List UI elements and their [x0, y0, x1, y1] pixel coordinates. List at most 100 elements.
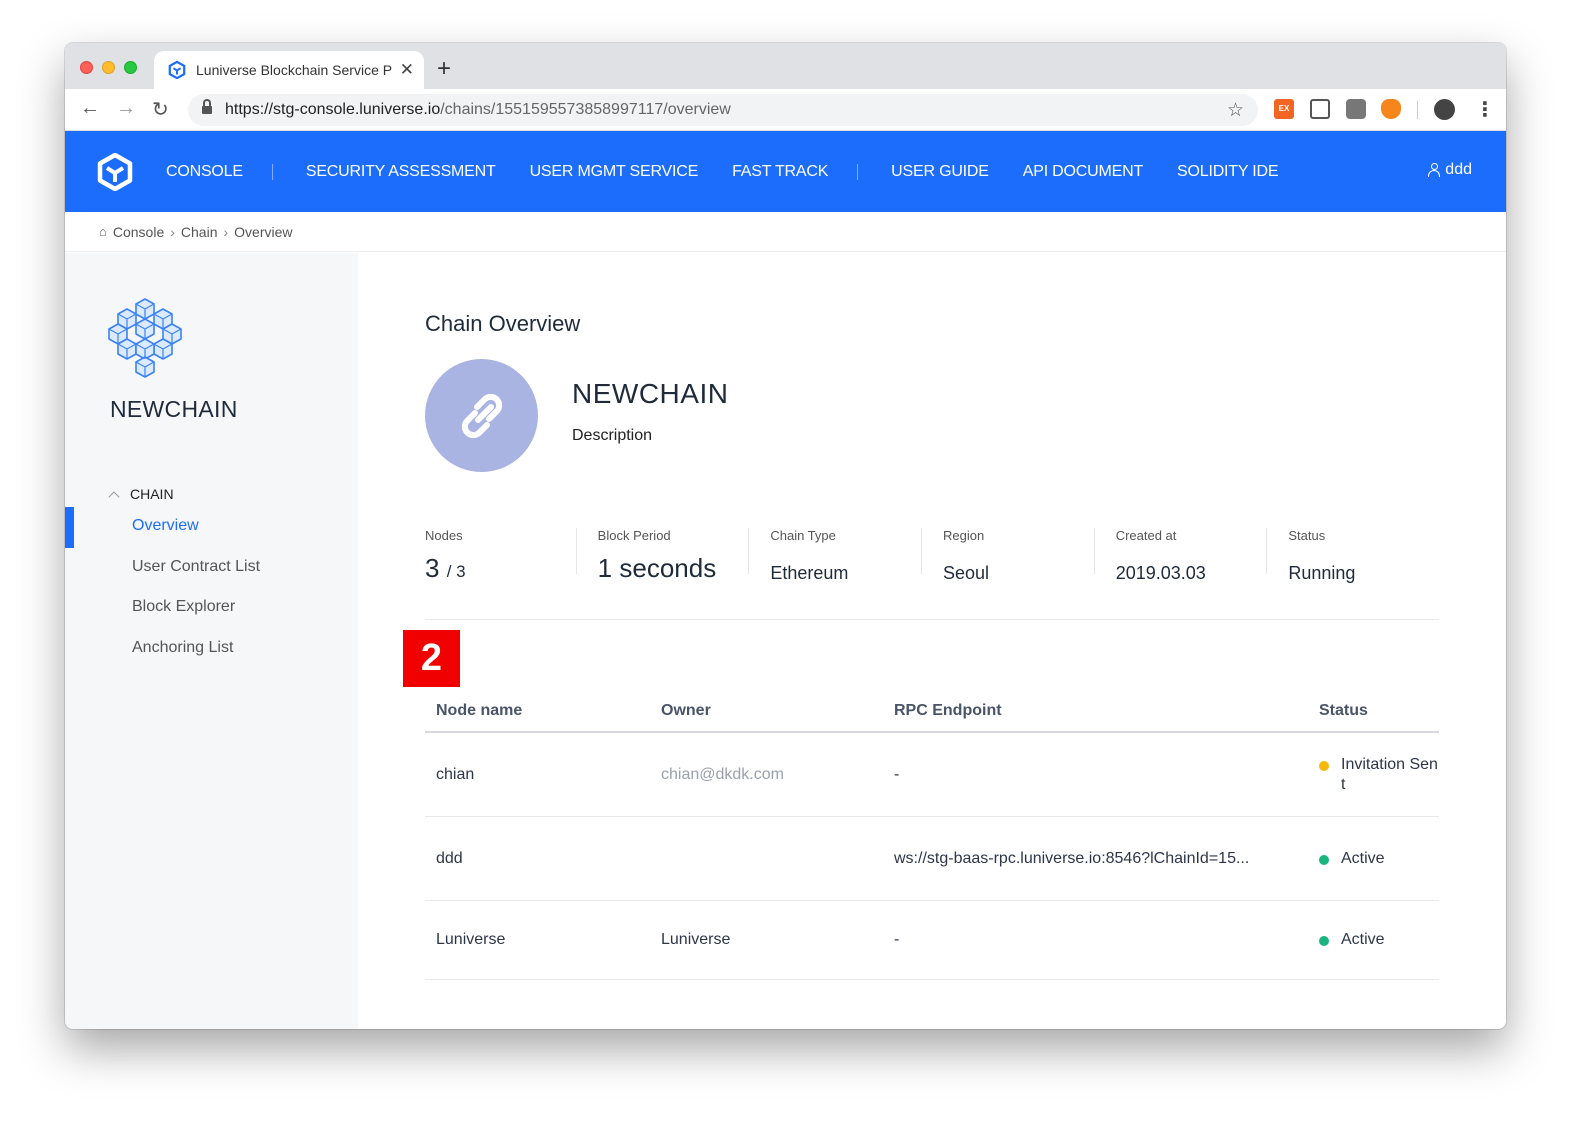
- annotation-marker: 2: [403, 630, 460, 687]
- home-icon[interactable]: ⌂: [99, 224, 107, 239]
- status-text: Invitation Sent: [1341, 755, 1438, 793]
- close-window-button[interactable]: [80, 61, 93, 74]
- sidebar-section-label: CHAIN: [130, 486, 174, 502]
- stat-created-at: Created at 2019.03.03: [1093, 528, 1267, 619]
- stat-value: Running: [1288, 563, 1356, 583]
- breadcrumb-console[interactable]: Console: [113, 224, 164, 240]
- node-status: Active: [1319, 849, 1439, 869]
- back-arrow-icon[interactable]: ←: [80, 97, 100, 120]
- page-title: Chain Overview: [425, 311, 581, 336]
- stat-label: Region: [943, 528, 985, 543]
- nav-user-mgmt-service[interactable]: USER MGMT SERVICE: [530, 163, 699, 181]
- node-name: Luniverse: [436, 931, 506, 948]
- table-row[interactable]: chian chian@dkdk.com - Invitation Sent: [425, 733, 1439, 817]
- status-dot-icon: [1319, 936, 1329, 946]
- browser-menu-icon[interactable]: ⋮: [1475, 97, 1495, 122]
- chain-description: Description: [572, 427, 653, 444]
- metamask-fox-icon[interactable]: [1381, 99, 1401, 119]
- link-icon: [461, 393, 502, 438]
- chain-name: NEWCHAIN: [572, 378, 729, 409]
- forward-arrow-icon[interactable]: →: [116, 97, 136, 120]
- url-text: https://stg-console.luniverse.io/chains/…: [225, 101, 731, 118]
- nav-divider: [271, 163, 273, 180]
- stat-value: 2019.03.03: [1115, 563, 1206, 583]
- cubes-network-icon: [108, 298, 182, 378]
- node-rpc-endpoint: ws://stg-baas-rpc.luniverse.io:8546?lCha…: [894, 849, 1250, 867]
- nav-solidity-ide[interactable]: SOLIDITY IDE: [1177, 163, 1279, 181]
- node-rpc-endpoint: -: [894, 765, 900, 783]
- breadcrumb-overview: Overview: [234, 223, 293, 240]
- tab-title: Luniverse Blockchain Service P: [196, 62, 393, 78]
- address-bar[interactable]: https://stg-console.luniverse.io/chains/…: [188, 94, 1258, 126]
- node-owner: chian@dkdk.com: [661, 765, 784, 783]
- sidebar-item-block-explorer[interactable]: Block Explorer: [132, 598, 235, 616]
- nav-user-guide[interactable]: USER GUIDE: [891, 163, 989, 181]
- user-menu[interactable]: ddd: [1428, 161, 1472, 179]
- sidebar-section-chain[interactable]: CHAIN: [108, 486, 174, 503]
- stat-value: Ethereum: [770, 563, 849, 583]
- chain-stats: Nodes 3 / 3 Block Period 1 seconds Chain…: [425, 528, 1439, 620]
- breadcrumb-separator: ›: [223, 223, 229, 240]
- column-header-status: Status: [1319, 701, 1368, 719]
- lock-icon: [202, 99, 212, 116]
- extension-ex-icon[interactable]: EX: [1274, 99, 1294, 119]
- stat-label: Block Period: [597, 528, 671, 543]
- nav-security-assessment[interactable]: SECURITY ASSESSMENT: [306, 163, 496, 181]
- chain-avatar: [425, 359, 538, 472]
- breadcrumb-chain[interactable]: Chain: [181, 224, 218, 240]
- browser-tab[interactable]: Luniverse Blockchain Service P ✕: [154, 51, 424, 89]
- browser-window: Luniverse Blockchain Service P ✕ + ← → ↻…: [65, 43, 1506, 1029]
- luniverse-favicon-icon: [168, 61, 186, 79]
- user-name: ddd: [1445, 161, 1472, 178]
- sidebar-item-overview[interactable]: Overview: [132, 517, 199, 535]
- sidebar: NEWCHAIN CHAIN Overview User Contract Li…: [65, 253, 358, 1029]
- stat-value: Seoul: [943, 563, 990, 583]
- sidebar-chain-name: NEWCHAIN: [110, 396, 238, 422]
- reload-icon[interactable]: ↻: [152, 97, 169, 122]
- maximize-window-button[interactable]: [124, 61, 137, 74]
- camera-icon[interactable]: [1346, 99, 1366, 119]
- bookmark-star-icon[interactable]: ☆: [1227, 99, 1244, 122]
- tab-close-icon[interactable]: ✕: [400, 60, 414, 80]
- toolbar-divider: [1417, 101, 1418, 119]
- screen-capture-icon[interactable]: [1310, 99, 1330, 119]
- chevron-up-icon: [108, 490, 120, 503]
- table-row[interactable]: ddd ws://stg-baas-rpc.luniverse.io:8546?…: [425, 817, 1439, 901]
- node-status: Invitation Sent: [1319, 755, 1439, 795]
- active-indicator: [65, 507, 74, 548]
- nav-fast-track[interactable]: FAST TRACK: [732, 163, 828, 181]
- stat-status: Status Running: [1266, 528, 1439, 619]
- new-tab-button[interactable]: +: [437, 55, 451, 83]
- sidebar-item-user-contract-list[interactable]: User Contract List: [132, 558, 260, 576]
- nav-divider: [857, 163, 859, 180]
- nav-api-document[interactable]: API DOCUMENT: [1023, 163, 1143, 181]
- stat-label: Chain Type: [770, 528, 836, 543]
- status-dot-icon: [1319, 854, 1329, 865]
- stat-label: Created at: [1115, 528, 1177, 543]
- nodes-table: Node name Owner RPC Endpoint Status chia…: [425, 690, 1439, 980]
- node-rpc-endpoint: -: [894, 931, 900, 948]
- status-text: Active: [1341, 931, 1385, 948]
- status-dot-icon: [1319, 760, 1329, 771]
- stat-region: Region Seoul: [921, 528, 1094, 619]
- stat-value: 3 / 3: [425, 553, 466, 583]
- column-header-rpc-endpoint: RPC Endpoint: [894, 701, 1002, 719]
- profile-avatar-icon[interactable]: [1434, 99, 1455, 120]
- node-name: ddd: [436, 849, 463, 867]
- breadcrumb: ⌂ Console › Chain › Overview: [65, 212, 1506, 252]
- column-header-node-name: Node name: [436, 701, 523, 719]
- browser-toolbar: ← → ↻ https://stg-console.luniverse.io/c…: [65, 89, 1506, 131]
- app-header: CONSOLE SECURITY ASSESSMENT USER MGMT SE…: [65, 131, 1506, 212]
- luniverse-logo-icon[interactable]: [97, 153, 133, 191]
- stat-chain-type: Chain Type Ethereum: [748, 528, 921, 619]
- user-icon: [1428, 163, 1441, 177]
- stat-nodes: Nodes 3 / 3: [425, 528, 576, 619]
- stat-label: Nodes: [425, 528, 463, 543]
- minimize-window-button[interactable]: [102, 61, 115, 74]
- stat-value: 1 seconds: [597, 553, 717, 583]
- status-text: Active: [1341, 849, 1385, 867]
- sidebar-item-anchoring-list[interactable]: Anchoring List: [132, 639, 233, 657]
- top-navigation: CONSOLE SECURITY ASSESSMENT USER MGMT SE…: [166, 131, 1312, 212]
- table-row[interactable]: Luniverse Luniverse - Active: [425, 901, 1439, 980]
- nav-console[interactable]: CONSOLE: [166, 163, 243, 181]
